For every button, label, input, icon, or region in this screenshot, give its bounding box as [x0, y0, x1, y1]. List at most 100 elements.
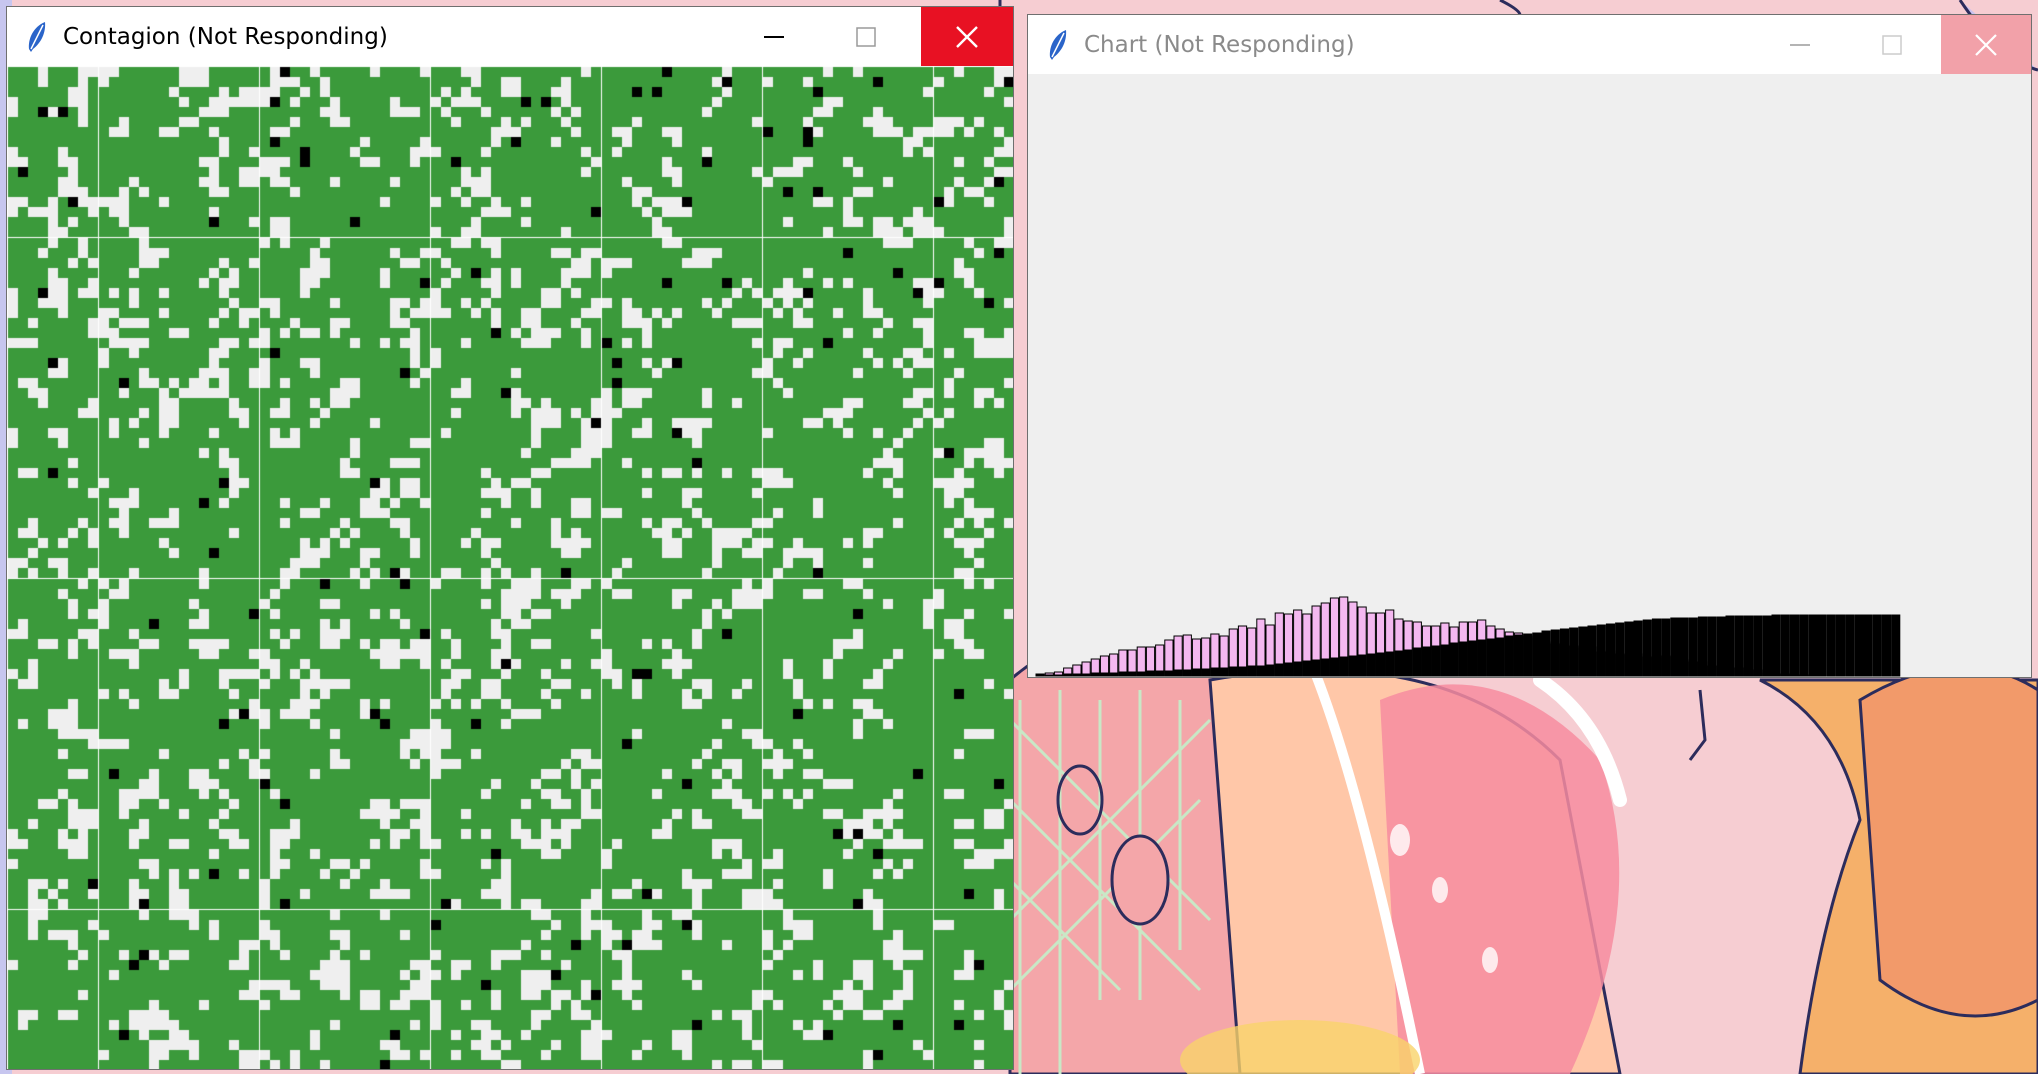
close-button[interactable]: [921, 7, 1013, 66]
chart-titlebar[interactable]: Chart (Not Responding): [1028, 15, 2031, 74]
bar-black-41: [1403, 649, 1413, 677]
bar-black-54: [1523, 633, 1533, 677]
maximize-icon: [1882, 34, 1902, 55]
bar-black-58: [1559, 628, 1570, 677]
bar-black-52: [1504, 635, 1514, 677]
bar-black-7: [1090, 672, 1100, 677]
bar-black-10: [1118, 671, 1128, 677]
window-title: Contagion (Not Responding): [63, 23, 388, 50]
bar-black-44: [1431, 645, 1441, 677]
bar-black-92: [1872, 614, 1882, 677]
bar-black-73: [1697, 616, 1708, 677]
bar-black-25: [1256, 665, 1266, 677]
bar-black-64: [1615, 622, 1625, 677]
maximize-icon: [856, 26, 876, 47]
bar-black-6: [1081, 673, 1091, 677]
bar-black-90: [1854, 614, 1864, 677]
bar-black-91: [1863, 614, 1873, 677]
bar-black-72: [1688, 617, 1698, 677]
bar-black-30: [1302, 660, 1312, 677]
bar-black-15: [1164, 670, 1174, 677]
bar-black-89: [1845, 614, 1855, 677]
bar-black-76: [1725, 615, 1735, 677]
chart-window[interactable]: Chart (Not Responding): [1027, 14, 2032, 678]
minimize-icon: [764, 35, 784, 38]
bar-black-69: [1661, 618, 1671, 677]
bar-black-11: [1127, 671, 1137, 677]
bar-black-93: [1881, 614, 1892, 677]
bar-black-80: [1762, 615, 1772, 677]
bar-black-46: [1449, 642, 1459, 677]
population-chart: [1035, 596, 1901, 677]
bar-black-34: [1339, 656, 1349, 677]
bar-black-49: [1477, 639, 1487, 677]
bar-black-16: [1173, 669, 1183, 677]
bar-black-88: [1835, 614, 1846, 677]
bar-black-87: [1826, 614, 1836, 677]
bar-black-66: [1633, 620, 1643, 677]
bar-black-1: [1035, 674, 1045, 677]
bar-black-39: [1385, 651, 1395, 677]
bar-black-29: [1293, 661, 1303, 677]
bar-black-60: [1578, 626, 1588, 677]
bar-black-27: [1274, 663, 1284, 677]
bar-black-36: [1357, 654, 1367, 677]
contagion-window[interactable]: Contagion (Not Responding): [6, 6, 1014, 1070]
bar-black-43: [1421, 646, 1432, 677]
bar-black-51: [1495, 637, 1505, 677]
bar-black-31: [1311, 659, 1321, 677]
maximize-button[interactable]: [821, 7, 911, 66]
close-icon: [956, 25, 978, 48]
window-title: Chart (Not Responding): [1084, 31, 1355, 58]
bar-black-26: [1265, 664, 1275, 677]
bar-black-24: [1247, 665, 1257, 677]
bar-black-77: [1734, 615, 1744, 677]
bar-black-74: [1707, 616, 1717, 677]
bar-black-53: [1513, 634, 1524, 677]
bar-black-62: [1596, 624, 1606, 677]
chart-canvas-area: [1028, 74, 2031, 677]
bar-black-3: [1053, 674, 1064, 677]
bar-black-22: [1228, 666, 1238, 677]
bar-black-12: [1136, 671, 1146, 677]
bar-black-57: [1550, 629, 1560, 677]
bar-black-32: [1320, 658, 1330, 677]
minimize-icon: [1790, 43, 1810, 46]
bar-black-45: [1440, 644, 1450, 677]
bar-black-84: [1799, 614, 1809, 677]
bar-black-68: [1651, 618, 1662, 677]
bar-black-55: [1532, 632, 1542, 677]
maximize-button[interactable]: [1847, 15, 1937, 74]
bar-black-70: [1670, 617, 1680, 677]
bar-black-86: [1817, 614, 1827, 677]
close-button[interactable]: [1941, 15, 2031, 74]
bar-black-18: [1191, 668, 1202, 677]
bar-black-81: [1771, 614, 1781, 677]
contagion-grid[interactable]: [7, 66, 1013, 1069]
bar-black-75: [1716, 616, 1726, 677]
bar-black-33: [1329, 657, 1340, 677]
minimize-button[interactable]: [1755, 15, 1845, 74]
close-icon: [1975, 33, 1997, 56]
bar-black-42: [1412, 647, 1422, 677]
contagion-titlebar[interactable]: Contagion (Not Responding): [7, 7, 1013, 66]
bar-black-19: [1201, 668, 1211, 677]
bar-black-40: [1394, 650, 1404, 677]
bar-black-85: [1808, 614, 1818, 677]
bar-black-38: [1375, 652, 1386, 677]
bar-black-78: [1743, 615, 1754, 677]
bar-black-37: [1366, 653, 1376, 677]
bar-black-23: [1237, 666, 1248, 677]
minimize-button[interactable]: [729, 7, 819, 66]
bar-black-13: [1145, 670, 1156, 677]
bar-black-14: [1155, 670, 1165, 677]
bar-black-8: [1099, 672, 1110, 677]
bar-black-28: [1283, 662, 1294, 677]
bar-black-5: [1072, 673, 1082, 677]
bar-black-35: [1348, 655, 1358, 677]
bar-black-71: [1679, 617, 1689, 677]
bar-black-63: [1605, 623, 1616, 677]
bar-black-9: [1109, 672, 1119, 677]
bar-black-48: [1467, 640, 1478, 677]
bar-black-82: [1780, 614, 1790, 677]
